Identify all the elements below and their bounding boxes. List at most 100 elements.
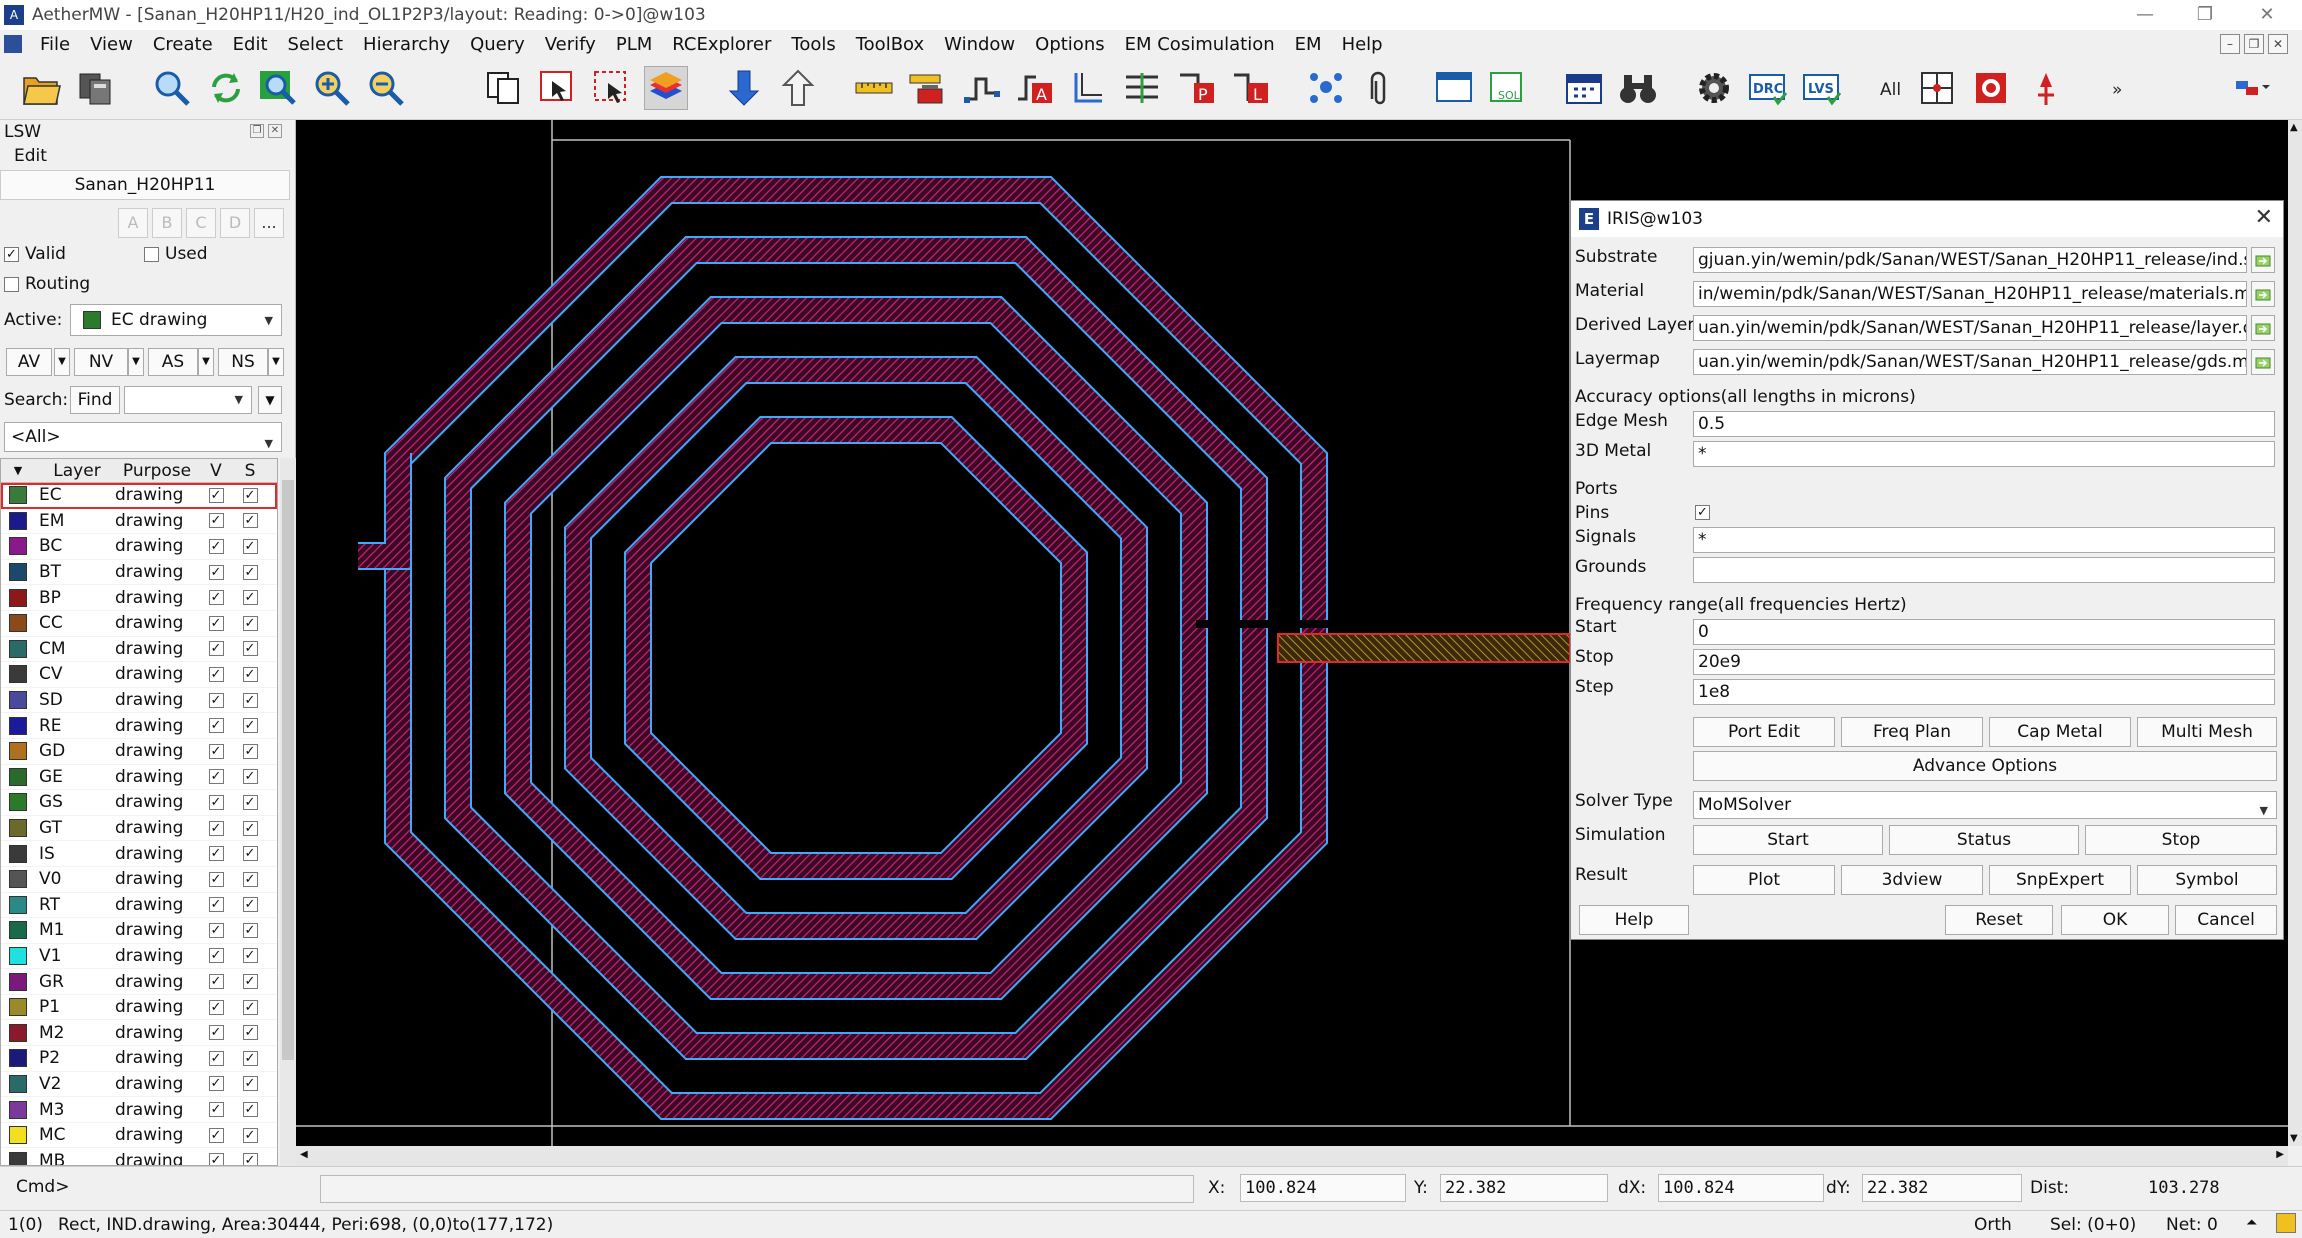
lvs-icon[interactable]: LVS bbox=[1800, 66, 1844, 110]
layer-swatch[interactable] bbox=[1, 895, 35, 914]
layer-swatch[interactable] bbox=[1, 614, 35, 633]
menu-hierarchy[interactable]: Hierarchy bbox=[353, 34, 460, 55]
layer-selectable-checkbox[interactable]: ✓ bbox=[242, 897, 258, 913]
solver-type-select[interactable]: MoMSolver ▼ bbox=[1693, 791, 2277, 819]
signals-field[interactable]: * bbox=[1693, 527, 2275, 553]
layer-row-mb[interactable]: MB drawing ✓ ✓ bbox=[1, 1148, 277, 1165]
layer-selectable-checkbox[interactable]: ✓ bbox=[242, 487, 258, 503]
stop-freq-field[interactable]: 20e9 bbox=[1693, 649, 2275, 675]
layer-row-bp[interactable]: BP drawing ✓ ✓ bbox=[1, 585, 277, 611]
layer-row-p1[interactable]: P1 drawing ✓ ✓ bbox=[1, 995, 277, 1021]
layer-visible-checkbox[interactable]: ✓ bbox=[208, 897, 224, 913]
material-browse-icon[interactable] bbox=[2251, 281, 2275, 307]
layer-visible-checkbox[interactable]: ✓ bbox=[208, 641, 224, 657]
layer-row-p2[interactable]: P2 drawing ✓ ✓ bbox=[1, 1046, 277, 1072]
layer-selectable-checkbox[interactable]: ✓ bbox=[242, 1102, 258, 1118]
port-edit-button[interactable]: Port Edit bbox=[1693, 717, 1835, 747]
sim-status-button[interactable]: Status bbox=[1889, 825, 2079, 855]
layer-selectable-checkbox[interactable]: ✓ bbox=[242, 871, 258, 887]
layer-visible-checkbox[interactable]: ✓ bbox=[208, 769, 224, 785]
layer-selectable-checkbox[interactable]: ✓ bbox=[242, 769, 258, 785]
layer-swatch[interactable] bbox=[1, 793, 35, 812]
layer-selectable-checkbox[interactable]: ✓ bbox=[242, 1153, 258, 1165]
attach-icon[interactable] bbox=[1356, 66, 1400, 110]
layer-visible-checkbox[interactable]: ✓ bbox=[208, 513, 224, 529]
layer-visible-checkbox[interactable]: ✓ bbox=[208, 948, 224, 964]
layer-visible-checkbox[interactable]: ✓ bbox=[208, 564, 224, 580]
used-checkbox[interactable] bbox=[144, 246, 159, 262]
layer-swatch[interactable] bbox=[1, 588, 35, 607]
sol-icon[interactable]: SOL bbox=[1486, 66, 1530, 110]
grounds-field[interactable] bbox=[1693, 557, 2275, 583]
layer-visible-checkbox[interactable]: ✓ bbox=[208, 718, 224, 734]
active-layer-combo[interactable]: EC drawing ▼ bbox=[70, 304, 282, 336]
lsw-more-button[interactable]: ... bbox=[254, 208, 284, 238]
nv-button[interactable]: NV bbox=[74, 348, 128, 376]
layer-row-bc[interactable]: BC drawing ✓ ✓ bbox=[1, 534, 277, 560]
lsw-close-button[interactable]: ✕ bbox=[268, 124, 282, 138]
create-label-icon[interactable]: A bbox=[1012, 66, 1056, 110]
layer-selectable-checkbox[interactable]: ✓ bbox=[242, 999, 258, 1015]
menu-file[interactable]: File bbox=[30, 34, 80, 55]
create-pin-icon[interactable]: P bbox=[1174, 66, 1218, 110]
layer-row-re[interactable]: RE drawing ✓ ✓ bbox=[1, 713, 277, 739]
layer-visible-checkbox[interactable]: ✓ bbox=[208, 743, 224, 759]
menu-create[interactable]: Create bbox=[143, 34, 223, 55]
layer-visible-checkbox[interactable]: ✓ bbox=[208, 999, 224, 1015]
col-purpose[interactable]: Purpose bbox=[115, 461, 199, 481]
layer-swatch[interactable] bbox=[1, 691, 35, 710]
layer-selectable-checkbox[interactable]: ✓ bbox=[242, 1127, 258, 1143]
layer-row-v1[interactable]: V1 drawing ✓ ✓ bbox=[1, 944, 277, 970]
create-bus-icon[interactable] bbox=[1120, 66, 1164, 110]
snpexpert-button[interactable]: SnpExpert bbox=[1989, 865, 2131, 895]
layer-row-mc[interactable]: MC drawing ✓ ✓ bbox=[1, 1123, 277, 1149]
start-freq-field[interactable]: 0 bbox=[1693, 619, 2275, 645]
layer-selectable-checkbox[interactable]: ✓ bbox=[242, 1076, 258, 1092]
layer-selectable-checkbox[interactable]: ✓ bbox=[242, 846, 258, 862]
menu-verify[interactable]: Verify bbox=[535, 34, 606, 55]
layer-selectable-checkbox[interactable]: ✓ bbox=[242, 718, 258, 734]
layer-swatch[interactable] bbox=[1, 1049, 35, 1068]
col-selectable[interactable]: S bbox=[233, 461, 267, 481]
layer-swatch[interactable] bbox=[1, 844, 35, 863]
layer-row-m2[interactable]: M2 drawing ✓ ✓ bbox=[1, 1020, 277, 1047]
layermap-browse-icon[interactable] bbox=[2251, 349, 2275, 375]
lsw-set-a-button[interactable]: A bbox=[118, 208, 148, 238]
menu-tools[interactable]: Tools bbox=[781, 34, 845, 55]
layer-selectable-checkbox[interactable]: ✓ bbox=[242, 1025, 258, 1041]
substrate-browse-icon[interactable] bbox=[2251, 247, 2275, 273]
layer-row-is[interactable]: IS drawing ✓ ✓ bbox=[1, 841, 277, 867]
layer-visible-checkbox[interactable]: ✓ bbox=[208, 1050, 224, 1066]
drc-icon[interactable]: DRC bbox=[1746, 66, 1790, 110]
create-layer-label-icon[interactable]: L bbox=[1228, 66, 1272, 110]
layer-selectable-checkbox[interactable]: ✓ bbox=[242, 641, 258, 657]
ns-dropdown-icon[interactable]: ▼ bbox=[268, 348, 284, 376]
mdi-close-button[interactable]: ✕ bbox=[2268, 34, 2288, 54]
layer-row-cv[interactable]: CV drawing ✓ ✓ bbox=[1, 662, 277, 688]
valid-checkbox[interactable]: ✓ bbox=[4, 246, 19, 262]
copy-icon[interactable] bbox=[482, 66, 526, 110]
layer-row-em[interactable]: EM drawing ✓ ✓ bbox=[1, 509, 277, 535]
layer-visible-checkbox[interactable]: ✓ bbox=[208, 1153, 224, 1165]
layer-filter-combo[interactable]: <All> ▼ bbox=[4, 422, 282, 452]
orth-mode[interactable]: Orth bbox=[1974, 1215, 2012, 1235]
notification-icon[interactable] bbox=[2276, 1213, 2296, 1233]
mdi-minimize-button[interactable]: – bbox=[2220, 34, 2240, 54]
sim-stop-button[interactable]: Stop bbox=[2085, 825, 2277, 855]
layer-selectable-checkbox[interactable]: ✓ bbox=[242, 666, 258, 682]
layer-selectable-checkbox[interactable]: ✓ bbox=[242, 538, 258, 554]
menu-query[interactable]: Query bbox=[460, 34, 535, 55]
probe-icon[interactable] bbox=[2024, 66, 2068, 110]
canvas-horizontal-scrollbar[interactable]: ◀ ▶ bbox=[296, 1146, 2288, 1166]
nv-dropdown-icon[interactable]: ▼ bbox=[128, 348, 144, 376]
layer-swatch[interactable] bbox=[1, 998, 35, 1017]
layer-swatch[interactable] bbox=[1, 511, 35, 530]
layer-selectable-checkbox[interactable]: ✓ bbox=[242, 1050, 258, 1066]
layer-visible-checkbox[interactable]: ✓ bbox=[208, 615, 224, 631]
derived-layer-browse-icon[interactable] bbox=[2251, 315, 2275, 341]
layer-selectable-checkbox[interactable]: ✓ bbox=[242, 794, 258, 810]
av-dropdown-icon[interactable]: ▼ bbox=[54, 348, 70, 376]
cmd-input[interactable] bbox=[320, 1175, 1194, 1203]
layers-icon[interactable] bbox=[644, 66, 688, 110]
menu-window[interactable]: Window bbox=[934, 34, 1025, 55]
